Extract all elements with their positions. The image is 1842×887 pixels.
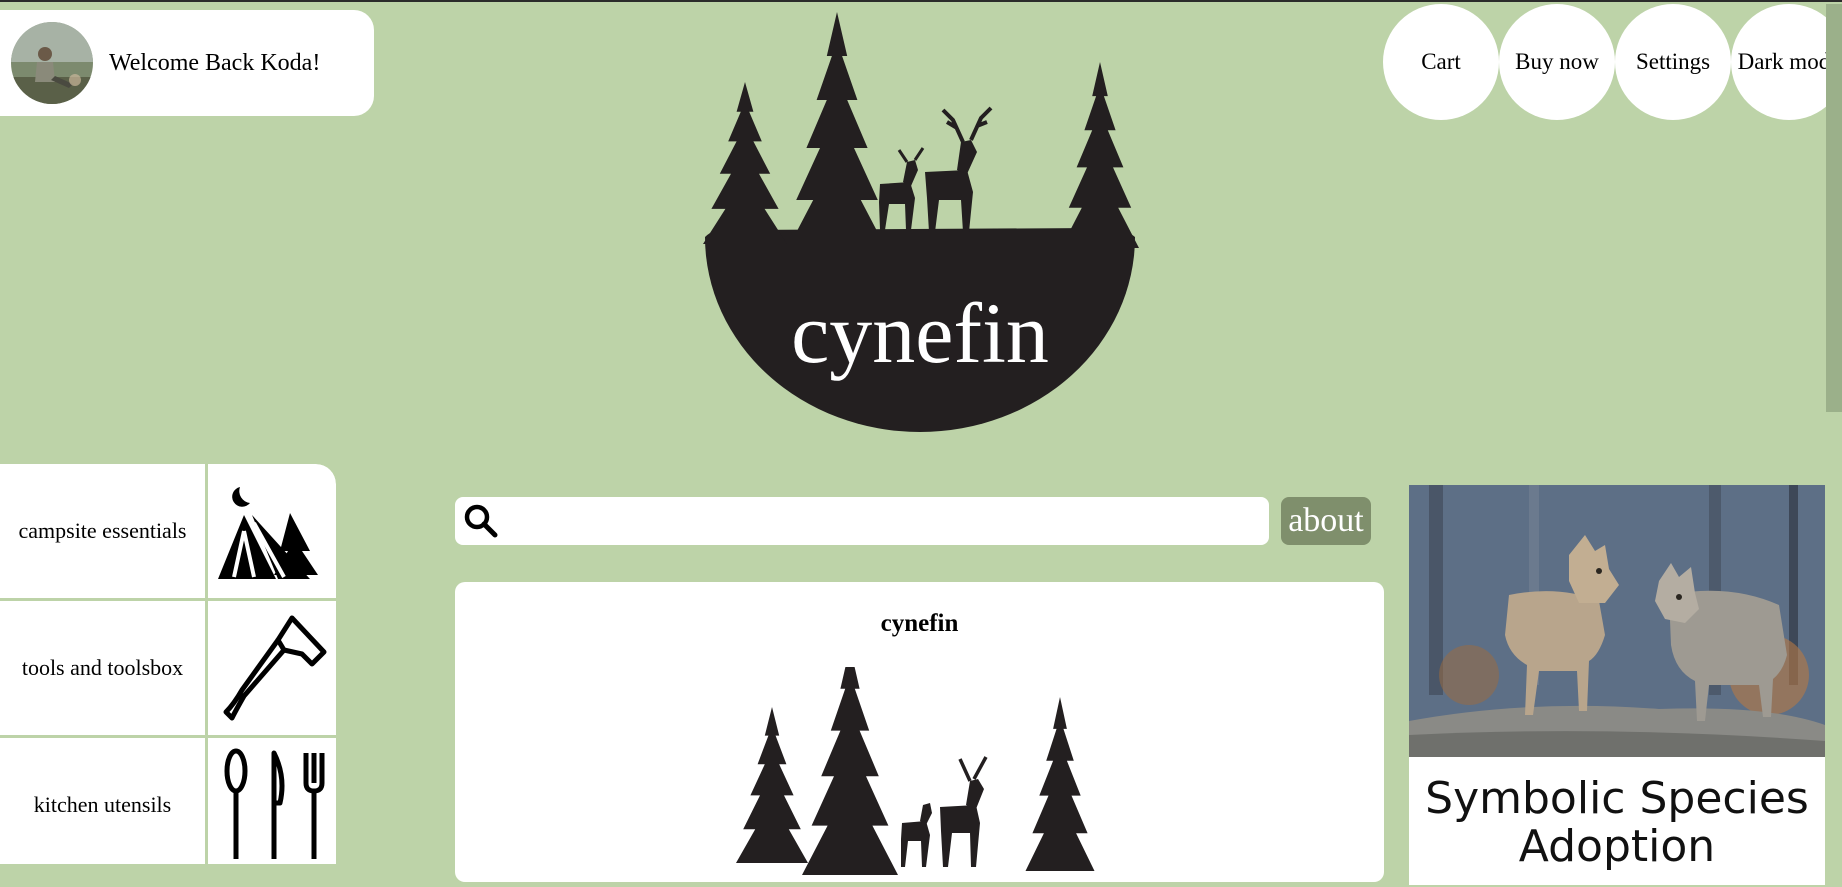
category-label[interactable]: campsite essentials	[0, 464, 205, 598]
about-button[interactable]: about	[1281, 497, 1371, 545]
user-avatar[interactable]	[11, 22, 93, 104]
category-campsite-essentials[interactable]: campsite essentials	[0, 464, 336, 598]
category-kitchen-utensils[interactable]: kitchen utensils	[0, 738, 336, 864]
tent-icon[interactable]	[208, 464, 336, 598]
adoption-title: Symbolic Species Adoption	[1425, 773, 1809, 872]
category-tools[interactable]: tools and toolsbox	[0, 601, 336, 735]
main-content-card: cynefin	[455, 582, 1384, 882]
settings-button[interactable]: Settings	[1615, 4, 1731, 120]
top-nav: Cart Buy now Settings Dark mode	[1383, 4, 1842, 120]
utensils-icon[interactable]	[208, 738, 336, 864]
scrollbar-thumb[interactable]	[1826, 4, 1842, 412]
cart-button[interactable]: Cart	[1383, 4, 1499, 120]
category-label[interactable]: tools and toolsbox	[0, 601, 205, 735]
wolves-photo[interactable]	[1409, 485, 1825, 757]
species-adoption-card[interactable]: Symbolic Species Adoption	[1409, 485, 1825, 885]
logo-text: cynefin	[791, 285, 1049, 381]
welcome-message: Welcome Back Koda!	[109, 49, 321, 76]
axe-icon[interactable]	[208, 601, 336, 735]
category-label[interactable]: kitchen utensils	[0, 738, 205, 864]
buy-now-button[interactable]: Buy now	[1499, 4, 1615, 120]
site-logo[interactable]: cynefin	[695, 2, 1145, 442]
search-icon[interactable]	[463, 503, 499, 539]
welcome-card: Welcome Back Koda!	[0, 10, 374, 116]
main-title: cynefin	[880, 610, 959, 637]
search-input[interactable]	[507, 500, 1269, 542]
category-sidebar: campsite essentials tools and toolsbox k…	[0, 464, 336, 864]
search-bar[interactable]	[455, 497, 1269, 545]
forest-deer-illustration	[736, 667, 1095, 875]
